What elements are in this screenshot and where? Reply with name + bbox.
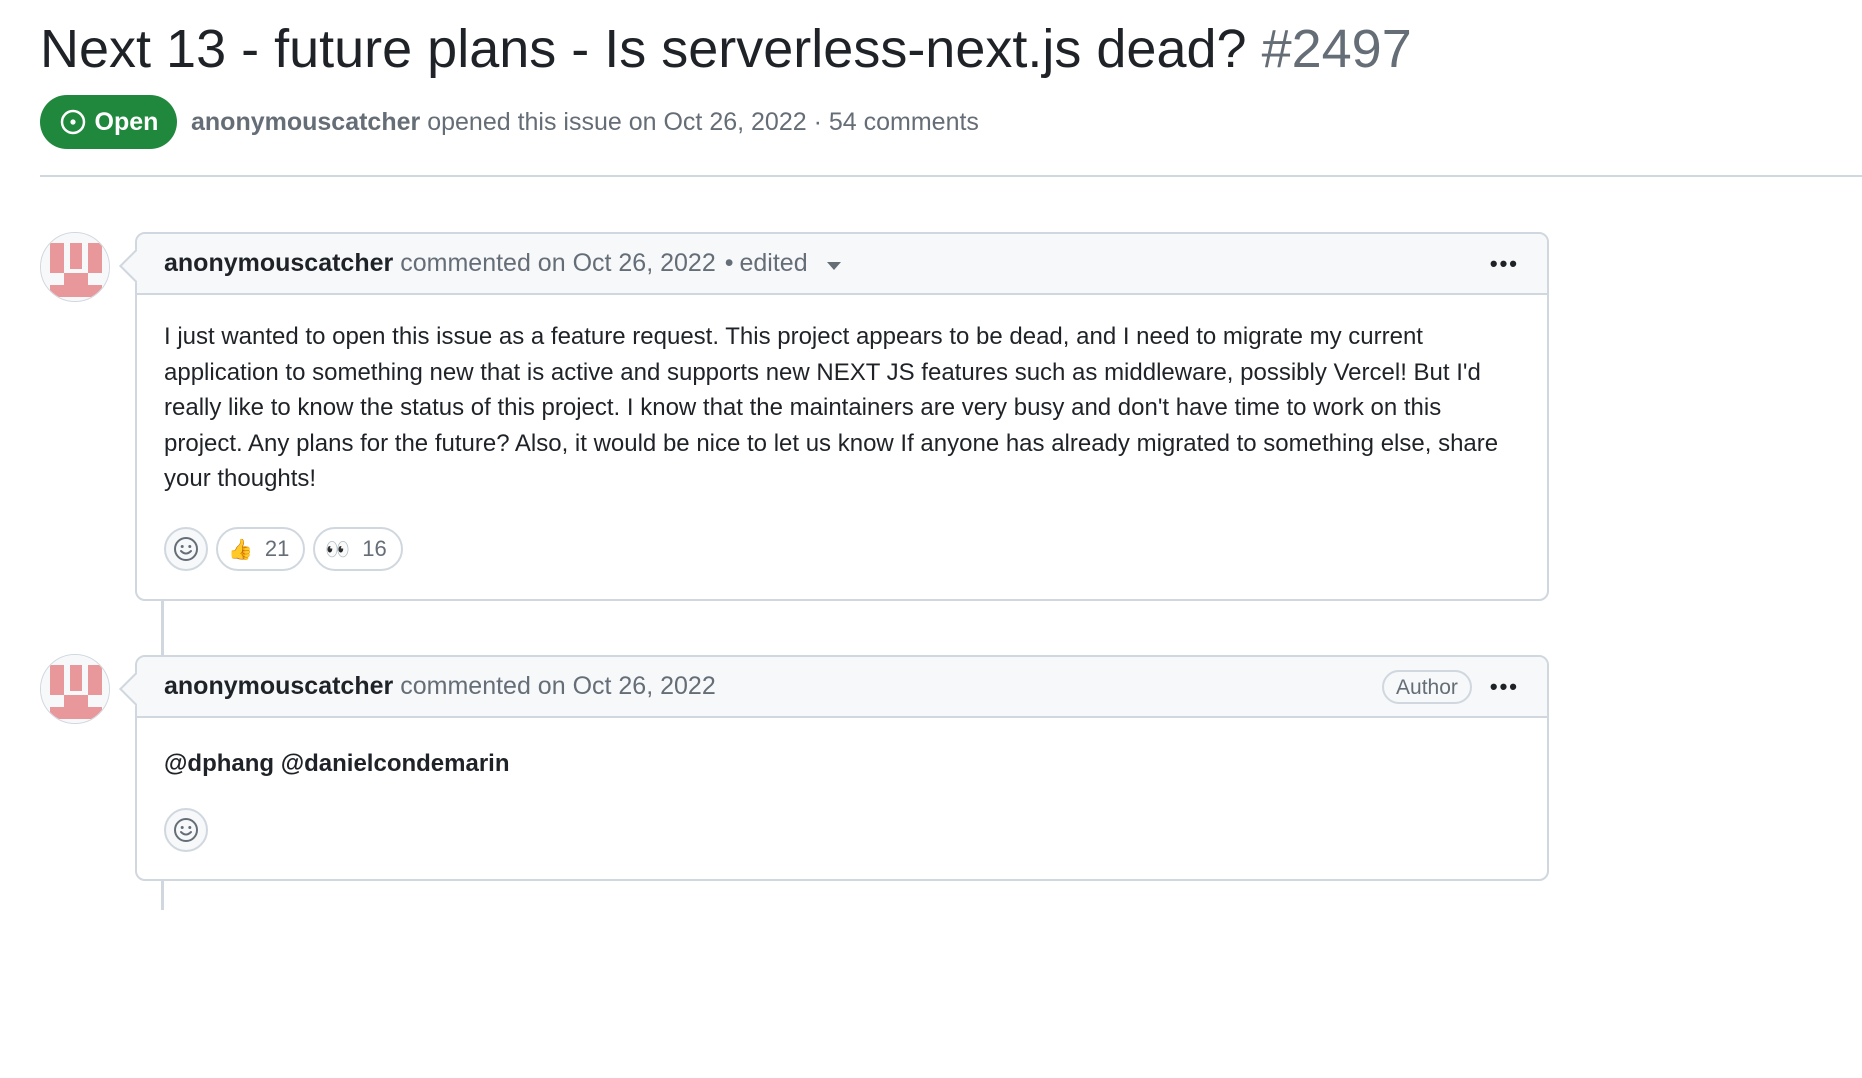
kebab-horizontal-icon[interactable]: ••• [1490,251,1519,277]
avatar[interactable] [40,232,110,302]
reactions-bar [164,808,208,852]
reaction-count: 21 [264,536,290,561]
issue-meta: Open anonymouscatcher opened this issue … [40,95,979,149]
comment-header: anonymouscatcher commented on Oct 26, 20… [137,657,1547,718]
kebab-horizontal-icon[interactable]: ••• [1490,674,1519,700]
reaction-count: 16 [362,536,387,561]
add-reaction-button[interactable] [164,808,208,852]
edited-label: edited [739,249,808,277]
comment-author-link[interactable]: anonymouscatcher [164,249,393,278]
add-reaction-button[interactable] [164,527,208,571]
comment-author-link[interactable]: anonymouscatcher [164,672,393,701]
timeline-line [161,600,164,656]
smiley-icon [174,537,198,561]
identicon-avatar [41,655,109,723]
comment-body: I just wanted to open this issue as a fe… [137,295,1547,497]
comment-header: anonymouscatcher commented on Oct 26, 20… [137,234,1547,295]
comment-timestamp[interactable]: commented on Oct 26, 2022 [400,249,715,278]
state-badge: Open [40,95,177,149]
smiley-icon [174,818,198,842]
comment: anonymouscatcher commented on Oct 26, 20… [119,655,1549,881]
thumbs-up-icon: 👍 [228,538,253,561]
reactions-bar: 👍 21 👀 16 [164,527,403,571]
author-badge: Author [1382,669,1472,704]
comment-text: @dphang @danielcondemarin [164,750,510,777]
comment-body: @dphang @danielcondemarin [137,718,1547,782]
identicon-avatar [41,233,109,301]
reaction-thumbs-up[interactable]: 👍 21 [216,527,306,571]
separator-dot: • [724,249,734,277]
comment-timestamp[interactable]: commented on Oct 26, 2022 [400,672,715,701]
issue-meta-suffix: opened this issue on Oct 26, 2022 · 54 c… [427,107,979,136]
caret-down-icon [826,262,841,271]
header-divider [40,175,1862,177]
comment: anonymouscatcher commented on Oct 26, 20… [119,232,1549,601]
issue-title-text: Next 13 - future plans - Is serverless-n… [40,19,1247,79]
issue-title: Next 13 - future plans - Is serverless-n… [40,14,1412,84]
reaction-eyes[interactable]: 👀 16 [313,527,403,571]
issue-author-link[interactable]: anonymouscatcher [191,108,420,136]
issue-open-icon [60,109,85,135]
avatar[interactable] [40,654,110,724]
issue-number: #2497 [1261,19,1412,79]
issue-meta-text: anonymouscatcher opened this issue on Oc… [191,108,979,137]
eyes-icon: 👀 [325,538,351,561]
state-label: Open [94,107,159,136]
comment-text: I just wanted to open this issue as a fe… [164,323,1499,492]
edited-dropdown[interactable]: edited [739,249,841,278]
timeline-line [161,880,164,910]
